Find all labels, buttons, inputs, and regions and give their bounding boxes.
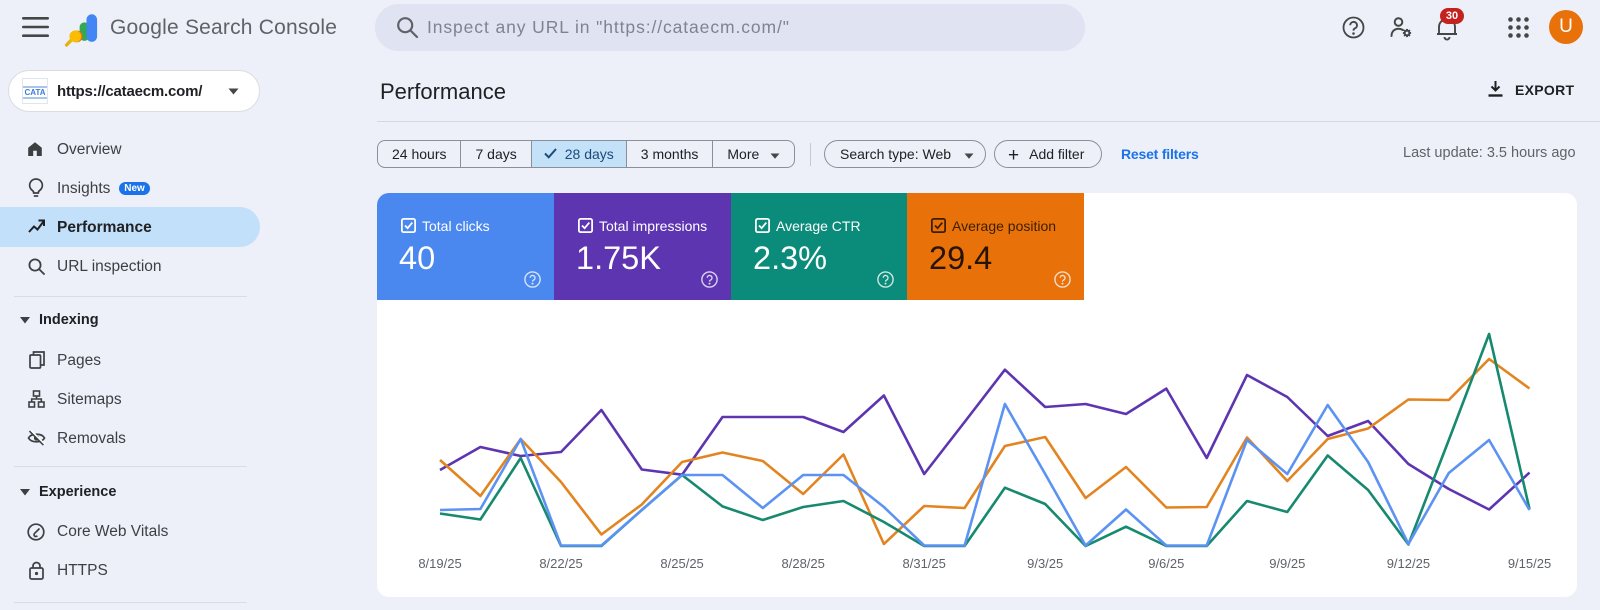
- svg-text:9/12/25: 9/12/25: [1387, 556, 1430, 571]
- svg-text:9/6/25: 9/6/25: [1148, 556, 1184, 571]
- svg-text:9/15/25: 9/15/25: [1508, 556, 1551, 571]
- svg-text:9/9/25: 9/9/25: [1269, 556, 1305, 571]
- svg-text:8/22/25: 8/22/25: [539, 556, 582, 571]
- svg-text:9/3/25: 9/3/25: [1027, 556, 1063, 571]
- svg-text:8/25/25: 8/25/25: [660, 556, 703, 571]
- svg-text:8/31/25: 8/31/25: [903, 556, 946, 571]
- svg-text:8/19/25: 8/19/25: [418, 556, 461, 571]
- svg-text:8/28/25: 8/28/25: [782, 556, 825, 571]
